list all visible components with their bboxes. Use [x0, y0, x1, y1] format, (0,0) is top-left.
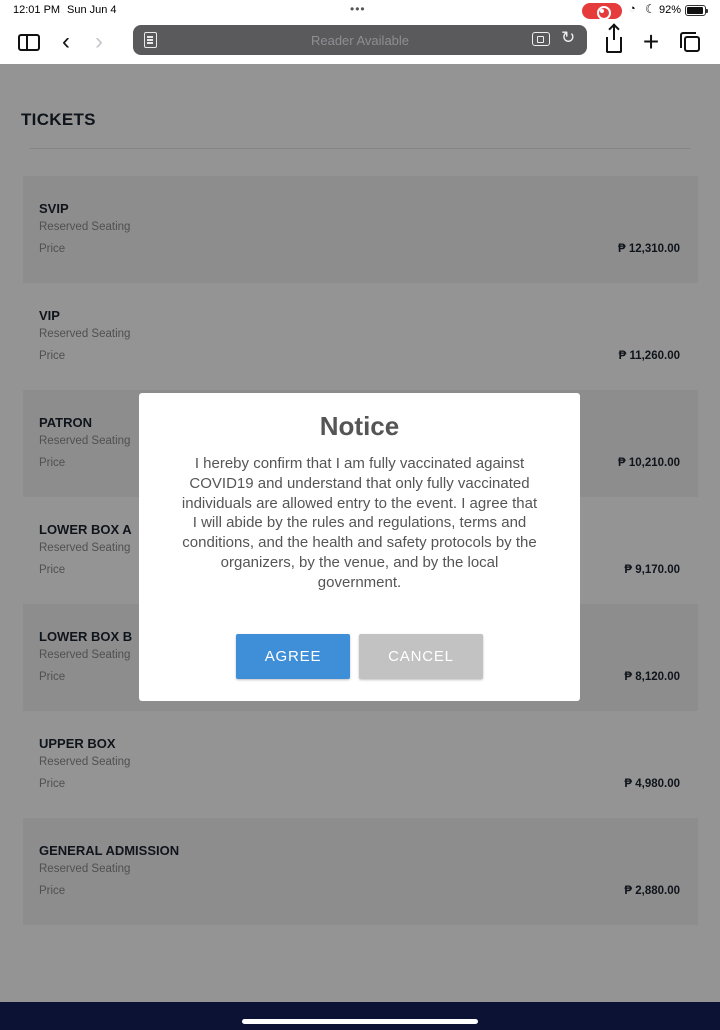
notice-modal: Notice I hereby confirm that I am fully …	[139, 393, 580, 701]
back-icon[interactable]: ‹	[52, 28, 80, 56]
agree-button[interactable]: AGREE	[236, 634, 350, 679]
extension-icon[interactable]	[532, 32, 550, 46]
multitasking-dots-icon[interactable]: •••	[350, 2, 366, 16]
battery-percent: 92%	[659, 4, 682, 16]
forward-icon[interactable]: ›	[85, 28, 113, 56]
modal-body: I hereby confirm that I am fully vaccina…	[181, 455, 538, 591]
reload-icon[interactable]: ↻	[561, 28, 575, 48]
status-bar: 12:01 PM Sun Jun 4 ••• ◔ ☾ 92%	[0, 0, 720, 22]
moon-icon: ☾	[645, 2, 656, 16]
battery-icon	[685, 5, 708, 16]
wifi-icon: ◔	[629, 3, 636, 15]
status-date: Sun Jun 4	[67, 4, 117, 16]
screen-record-icon[interactable]	[582, 3, 622, 20]
address-text: Reader Available	[310, 33, 410, 48]
modal-title: Notice	[319, 411, 400, 441]
tabs-icon[interactable]	[676, 28, 704, 56]
cancel-button[interactable]: CANCEL	[359, 634, 483, 679]
status-time: 12:01 PM	[13, 4, 61, 16]
bottom-bar	[0, 1002, 720, 1030]
browser-toolbar: ‹ › Reader Available ↻ +	[0, 22, 720, 64]
address-bar[interactable]: Reader Available ↻	[133, 25, 587, 55]
share-icon[interactable]	[600, 26, 628, 56]
home-indicator[interactable]	[242, 1019, 478, 1024]
plus-icon[interactable]: +	[637, 26, 665, 57]
sidebar-icon[interactable]	[15, 28, 43, 56]
